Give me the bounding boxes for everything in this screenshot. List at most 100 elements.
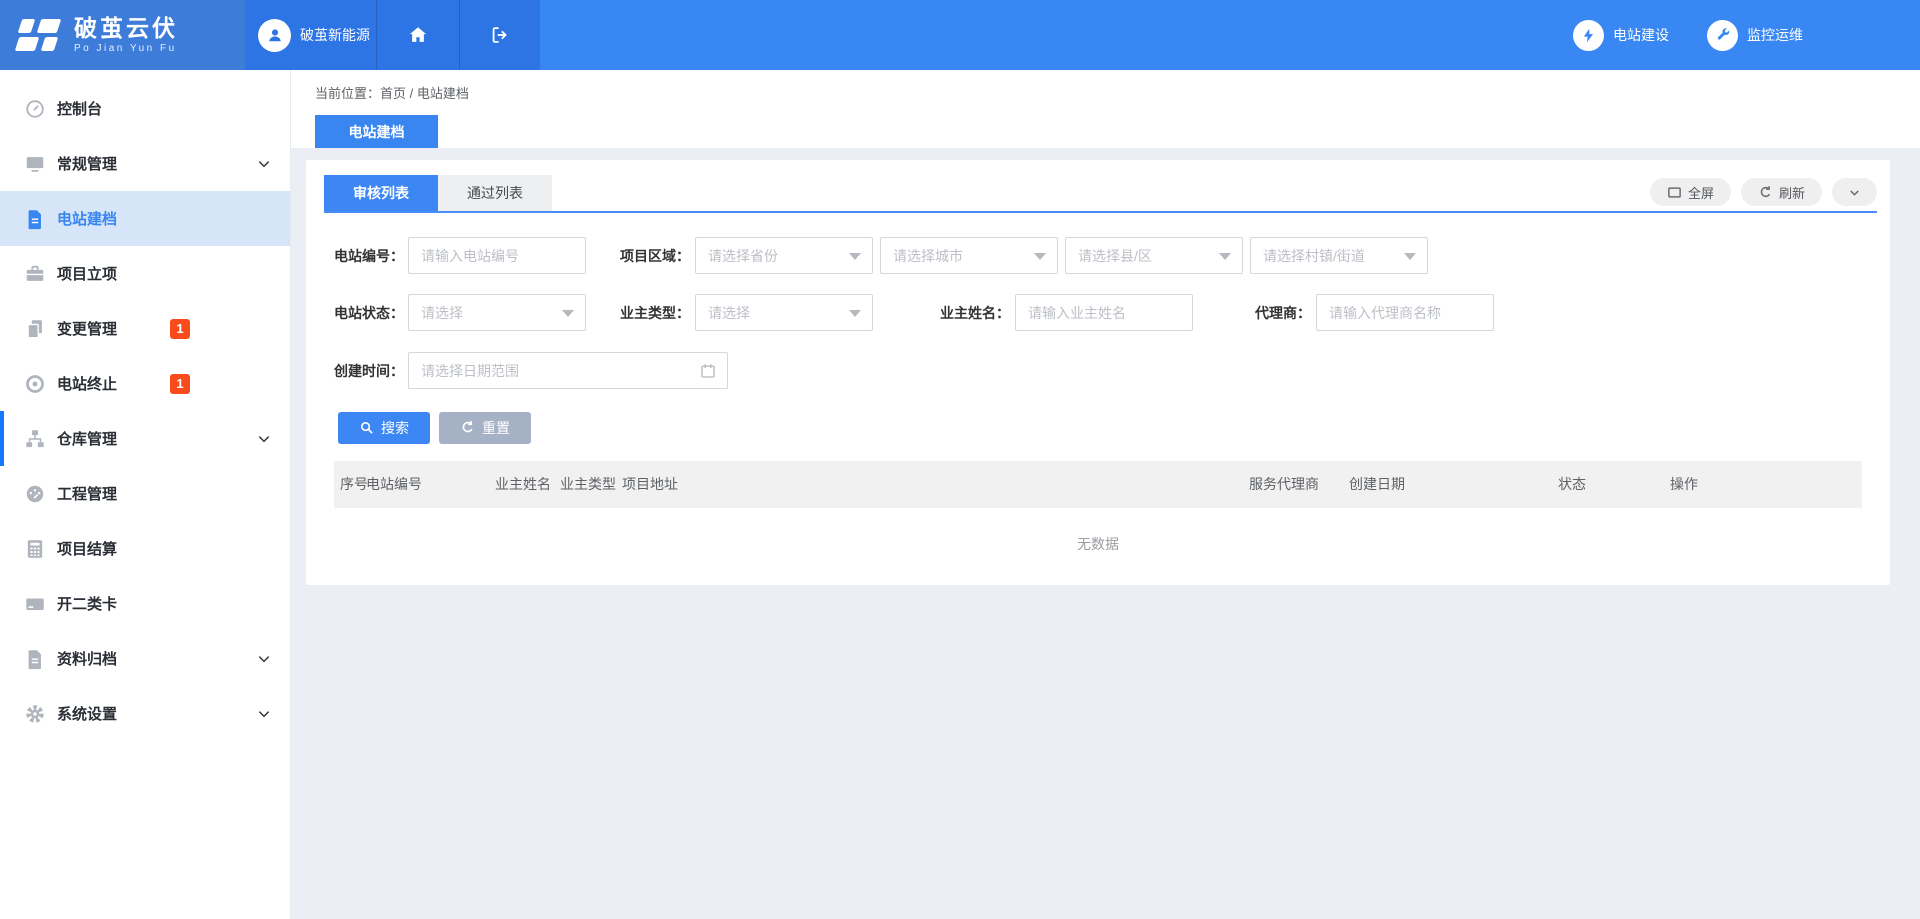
filter-form: 电站编号： 项目区域： 请选择省份请选择城市 请选择县/区请选择村镇/街道 电站状…	[334, 237, 1862, 409]
select-caret-icon	[1404, 253, 1416, 260]
copy-icon	[24, 318, 46, 340]
sidebar-item-general-management[interactable]: 常规管理	[0, 136, 290, 191]
tab-passed-list[interactable]: 通过列表	[438, 175, 552, 211]
sidebar-item-label: 变更管理	[57, 318, 117, 339]
region-city-select[interactable]: 请选择城市	[880, 237, 1058, 274]
content-panel: 审核列表 通过列表 全屏 刷新	[306, 160, 1890, 585]
refresh-button[interactable]: 刷新	[1741, 178, 1822, 206]
briefcase-icon	[24, 263, 46, 285]
table-column-header: 操作	[1670, 461, 1698, 508]
nav-monitoring-ops[interactable]: 监控运维	[1707, 20, 1803, 51]
table-column-header: 创建日期	[1349, 461, 1405, 508]
reset-label: 重置	[482, 418, 510, 438]
station-no-input[interactable]	[408, 237, 586, 274]
select-placeholder: 请选择	[421, 303, 463, 323]
select-placeholder: 请选择城市	[893, 246, 963, 266]
station-status-select[interactable]: 请选择	[408, 294, 586, 331]
select-caret-icon	[849, 253, 861, 260]
sidebar-item-project-settlement[interactable]: 项目结算	[0, 521, 290, 576]
sidebar-item-label: 电站终止	[57, 373, 117, 394]
station-no-label: 电站编号：	[334, 246, 403, 266]
notification-badge: 1	[170, 374, 190, 394]
sitemap-icon	[24, 428, 46, 450]
date-range-field	[408, 352, 728, 389]
sidebar-item-data-archive[interactable]: 资料归档	[0, 631, 290, 686]
brand-logo-icon	[16, 14, 62, 56]
user-profile[interactable]: 破茧新能源	[245, 0, 376, 70]
agent-label: 代理商：	[1193, 303, 1311, 323]
sidebar-item-open-class2-card[interactable]: 开二类卡	[0, 576, 290, 631]
sidebar-item-label: 资料归档	[57, 648, 117, 669]
sidebar-item-label: 开二类卡	[57, 593, 117, 614]
agent-input[interactable]	[1316, 294, 1494, 331]
target-icon	[24, 373, 46, 395]
region-village-select[interactable]: 请选择村镇/街道	[1250, 237, 1428, 274]
tab-review-list[interactable]: 审核列表	[324, 175, 438, 211]
table-header: 序号电站编号业主姓名业主类型项目地址服务代理商创建日期状态操作	[334, 461, 1862, 508]
reset-button[interactable]: 重置	[439, 412, 531, 444]
region-county-select[interactable]: 请选择县/区	[1065, 237, 1243, 274]
chevron-down-icon	[1847, 185, 1862, 200]
search-icon	[359, 420, 374, 435]
header-right-nav: 电站建设 监控运维	[540, 0, 1920, 70]
header-user-section: 破茧新能源	[245, 0, 540, 70]
chevron-down-icon	[256, 651, 272, 667]
table-column-header: 项目地址	[622, 461, 678, 508]
station-status-label: 电站状态：	[334, 303, 403, 323]
select-caret-icon	[849, 310, 861, 317]
region-province-select[interactable]: 请选择省份	[695, 237, 873, 274]
logout-button[interactable]	[459, 0, 540, 70]
date-range-input[interactable]	[408, 352, 728, 389]
sidebar-item-label: 电站建档	[57, 208, 117, 229]
panel-toolbar: 全屏 刷新	[1650, 178, 1877, 206]
notification-badge: 1	[170, 319, 190, 339]
table-column-header: 状态	[1558, 461, 1586, 508]
fullscreen-icon	[1667, 185, 1682, 200]
sidebar-item-engineering-management[interactable]: 工程管理	[0, 466, 290, 521]
create-time-label: 创建时间：	[334, 361, 403, 381]
home-button[interactable]	[376, 0, 459, 70]
fullscreen-label: 全屏	[1688, 183, 1714, 202]
sidebar-item-change-management[interactable]: 变更管理 1	[0, 301, 290, 356]
chevron-down-icon	[256, 706, 272, 722]
owner-name-input[interactable]	[1015, 294, 1193, 331]
reset-icon	[460, 420, 475, 435]
sidebar-item-system-settings[interactable]: 系统设置	[0, 686, 290, 741]
dashboard-icon	[24, 98, 46, 120]
select-caret-icon	[1219, 253, 1231, 260]
sidebar-item-warehouse-management[interactable]: 仓库管理	[0, 411, 290, 466]
top-header: 破茧云伏 Po Jian Yun Fu 破茧新能源 电站建设 监控	[0, 0, 1920, 70]
gauge-icon	[24, 483, 46, 505]
sidebar-item-label: 项目结算	[57, 538, 117, 559]
refresh-label: 刷新	[1779, 183, 1805, 202]
sidebar-item-station-archive[interactable]: 电站建档	[0, 191, 290, 246]
table-column-header: 业主类型	[560, 461, 616, 508]
table-column-header: 业主姓名	[495, 461, 551, 508]
region-label: 项目区域：	[586, 246, 690, 266]
calculator-icon	[24, 538, 46, 560]
chevron-down-icon	[256, 431, 272, 447]
filter-row-1: 电站编号： 项目区域： 请选择省份请选择城市 请选择县/区请选择村镇/街道	[334, 237, 1862, 274]
sidebar-item-console[interactable]: 控制台	[0, 81, 290, 136]
sidebar-item-label: 项目立项	[57, 263, 117, 284]
table-empty-state: 无数据	[334, 508, 1862, 580]
avatar	[258, 19, 291, 52]
brand-logo-area: 破茧云伏 Po Jian Yun Fu	[0, 0, 245, 70]
chevron-down-icon	[256, 156, 272, 172]
nav-station-construction[interactable]: 电站建设	[1573, 20, 1669, 51]
sidebar-item-project-initiation[interactable]: 项目立项	[0, 246, 290, 301]
document-icon	[24, 208, 46, 230]
sidebar-item-station-termination[interactable]: 电站终止 1	[0, 356, 290, 411]
select-caret-icon	[1034, 253, 1046, 260]
gear-icon	[24, 703, 46, 725]
main-area: 当前位置：首页 / 电站建档 电站建档 审核列表 通过列表 全屏 刷新	[291, 70, 1920, 919]
refresh-icon	[1758, 185, 1773, 200]
page-tab-station-archive[interactable]: 电站建档	[315, 115, 438, 148]
region-select-group: 请选择省份请选择城市 请选择县/区请选择村镇/街道	[695, 237, 1435, 274]
owner-type-select[interactable]: 请选择	[695, 294, 873, 331]
sidebar-item-label: 工程管理	[57, 483, 117, 504]
search-button[interactable]: 搜索	[338, 412, 430, 444]
user-icon	[265, 25, 285, 45]
fullscreen-button[interactable]: 全屏	[1650, 178, 1731, 206]
collapse-button[interactable]	[1832, 178, 1877, 206]
